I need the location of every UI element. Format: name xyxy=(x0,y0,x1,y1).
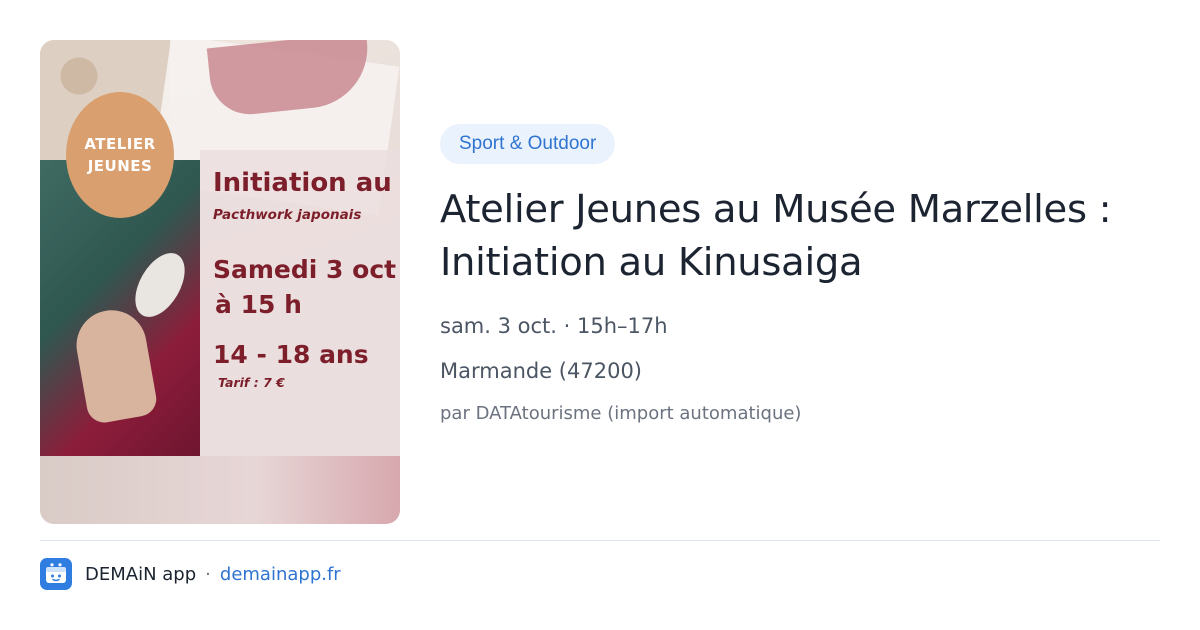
poster-badge-line1: ATELIER xyxy=(84,135,156,153)
footer: DEMAiN app · demainapp.fr xyxy=(40,558,341,590)
poster-age: 14 - 18 ans xyxy=(213,340,369,369)
poster-title: Initiation au xyxy=(213,168,392,198)
event-poster-image[interactable]: ATELIER JEUNES Initiation au Pacthwork j… xyxy=(40,40,400,524)
poster-time: à 15 h xyxy=(215,290,302,319)
poster-tarif: Tarif : 7 € xyxy=(218,375,285,390)
poster-date: Samedi 3 oct xyxy=(213,255,397,284)
poster-hand xyxy=(70,304,160,426)
event-title[interactable]: Atelier Jeunes au Musée Marzelles : Init… xyxy=(440,183,1160,289)
poster-lower-photo xyxy=(40,456,400,524)
event-date-time: sam. 3 oct. · 15h–17h xyxy=(440,314,668,338)
category-chip[interactable]: Sport & Outdoor xyxy=(440,124,616,164)
poster-subtitle: Pacthwork japonais xyxy=(213,207,362,223)
poster-fabric-leaf xyxy=(125,244,195,326)
footer-separator: · xyxy=(205,563,211,585)
event-location: Marmande (47200) xyxy=(440,359,643,383)
app-name[interactable]: DEMAiN app xyxy=(85,564,196,585)
footer-divider xyxy=(40,540,1160,541)
demain-app-icon[interactable] xyxy=(40,558,72,590)
app-domain-link[interactable]: demainapp.fr xyxy=(220,564,341,585)
poster-badge: ATELIER JEUNES xyxy=(66,92,174,218)
poster-badge-line2: JEUNES xyxy=(87,157,153,175)
event-source: par DATAtourisme (import automatique) xyxy=(440,403,802,424)
